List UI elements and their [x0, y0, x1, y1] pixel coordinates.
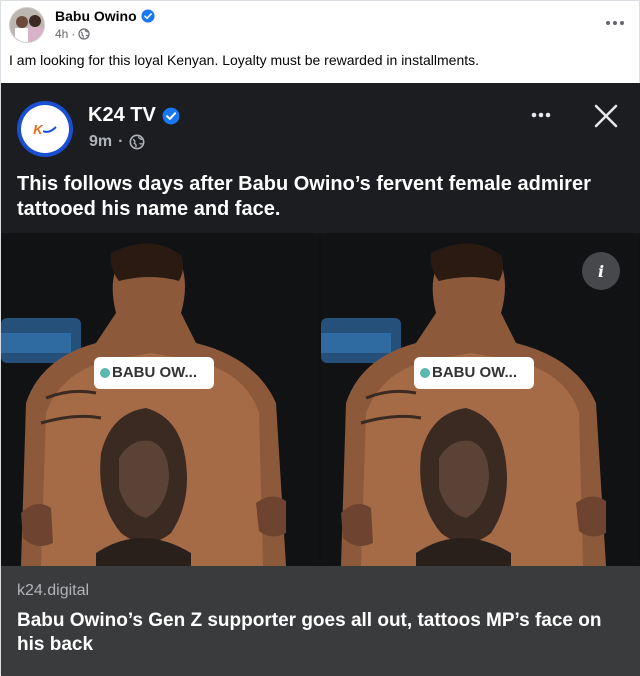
- verified-badge-icon: [141, 9, 155, 23]
- shared-post-meta: 9m ·: [89, 133, 145, 151]
- post-time[interactable]: 4h: [55, 27, 68, 41]
- k24-logo-text: K: [33, 121, 43, 137]
- k24-page-name-text[interactable]: K24 TV: [88, 104, 156, 127]
- info-icon: i: [597, 261, 605, 281]
- post-caption: I am looking for this loyal Kenyan. Loya…: [9, 52, 480, 68]
- tattoo-back-image: [1, 233, 319, 566]
- link-preview[interactable]: k24.digital Babu Owino’s Gen Z supporter…: [1, 566, 640, 676]
- link-domain: k24.digital: [17, 582, 90, 599]
- close-icon: [594, 104, 618, 128]
- close-button[interactable]: [589, 99, 623, 133]
- info-button[interactable]: i: [582, 252, 620, 290]
- author-name-text[interactable]: Babu Owino: [55, 8, 137, 24]
- k24-logo-swoosh-icon: [42, 126, 57, 133]
- globe-icon: [129, 134, 145, 150]
- image-tag-label: BABU OW...: [432, 364, 517, 381]
- post-meta: 4h ·: [55, 27, 90, 41]
- more-dots-icon: [606, 21, 624, 25]
- post-options-button[interactable]: [603, 13, 627, 33]
- more-dots-icon: [531, 112, 551, 118]
- shared-post-card[interactable]: K K24 TV 9m · This follows days after Ba…: [1, 83, 640, 676]
- globe-icon: [78, 28, 90, 40]
- image-tag-label: BABU OW...: [112, 364, 197, 381]
- shared-post-time[interactable]: 9m: [89, 133, 112, 151]
- author-avatar[interactable]: [9, 7, 45, 43]
- shared-post-text: This follows days after Babu Owino’s fer…: [17, 173, 591, 220]
- shared-post-options-button[interactable]: [521, 103, 561, 127]
- facebook-post: Babu Owino 4h · I am looking for this lo…: [0, 0, 640, 676]
- link-headline[interactable]: Babu Owino’s Gen Z supporter goes all ou…: [17, 609, 617, 657]
- author-name[interactable]: Babu Owino: [55, 8, 155, 24]
- verified-badge-icon: [162, 107, 180, 124]
- k24-avatar[interactable]: K: [17, 101, 73, 157]
- photo-panel-left: BABU OW...: [1, 233, 319, 566]
- k24-logo: K: [21, 105, 69, 153]
- tattoo-photo[interactable]: BABU OW... BABU OW... i: [1, 233, 640, 566]
- shared-meta-separator: ·: [118, 133, 124, 150]
- post-header: Babu Owino 4h ·: [1, 1, 640, 51]
- meta-separator: ·: [71, 27, 76, 41]
- k24-page-name[interactable]: K24 TV: [88, 104, 180, 127]
